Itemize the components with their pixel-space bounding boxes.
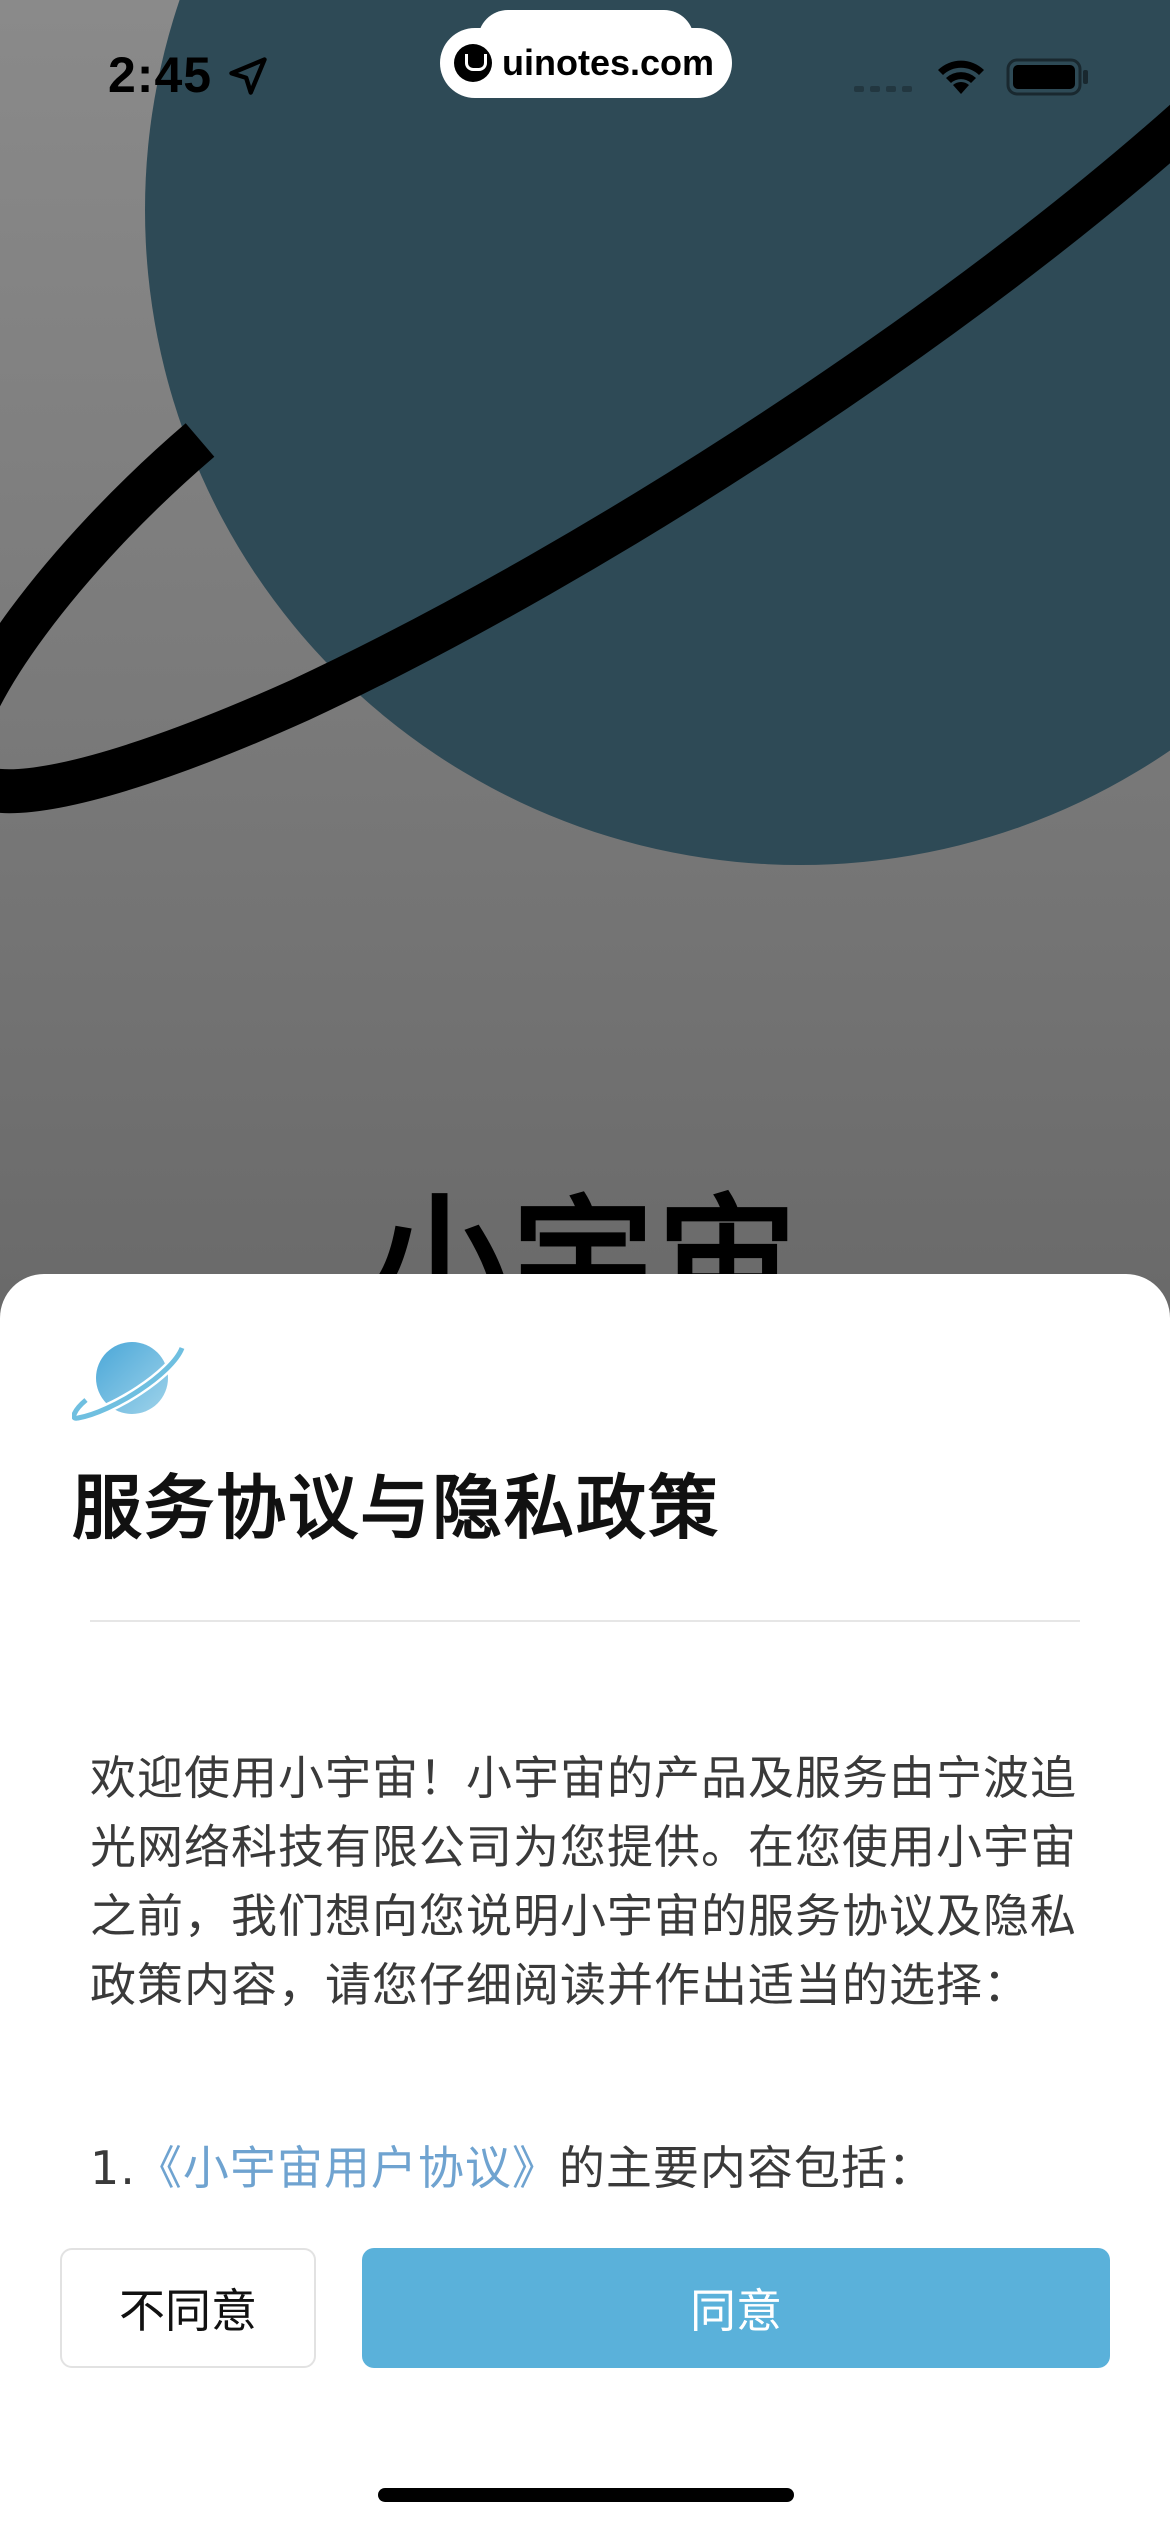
uinotes-logo-icon xyxy=(454,44,492,82)
disagree-button[interactable]: 不同意 xyxy=(60,2248,316,2368)
planet-logo-icon xyxy=(72,1342,187,1424)
hero-background: 小宇宙 xyxy=(0,0,1170,1300)
status-bar: 2:45 uinotes.com xyxy=(0,0,1170,140)
agreement-item-number: 1. xyxy=(90,2141,136,2195)
divider xyxy=(90,1620,1080,1622)
agreement-item: 1.《小宇宙用户协议》的主要内容包括： xyxy=(90,2134,935,2203)
agreement-item-suffix: 的主要内容包括： xyxy=(558,2141,935,2195)
planet-illustration xyxy=(0,0,1170,865)
watermark-badge: uinotes.com xyxy=(440,28,732,98)
location-arrow-icon xyxy=(229,57,267,95)
dialog-title: 服务协议与隐私政策 xyxy=(72,1467,720,1549)
battery-icon xyxy=(1006,58,1088,96)
user-agreement-link[interactable]: 《小宇宙用户协议》 xyxy=(136,2141,559,2195)
privacy-dialog-sheet: 服务协议与隐私政策 欢迎使用小宇宙！小宇宙的产品及服务由宁波追光网络科技有限公司… xyxy=(0,1274,1170,2532)
intro-paragraph: 欢迎使用小宇宙！小宇宙的产品及服务由宁波追光网络科技有限公司为您提供。在您使用小… xyxy=(90,1751,1077,2012)
home-indicator[interactable] xyxy=(378,2488,794,2502)
wifi-icon xyxy=(938,60,984,94)
status-time: 2:45 xyxy=(108,47,213,103)
cellular-signal-icon xyxy=(854,86,912,92)
watermark-text: uinotes.com xyxy=(502,42,715,83)
agree-button[interactable]: 同意 xyxy=(362,2248,1110,2368)
